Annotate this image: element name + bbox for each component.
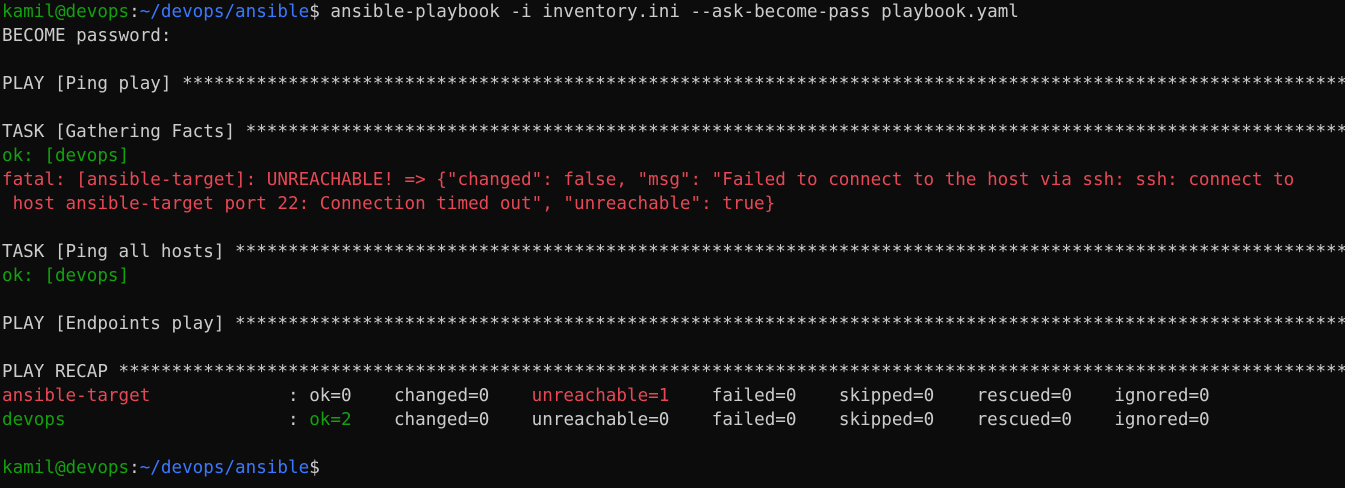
recap-gap — [352, 386, 394, 406]
recap-skipped: skipped=0 — [838, 410, 935, 430]
recap-gap — [797, 410, 839, 430]
play-header-ping: PLAY [Ping play] ***********************… — [2, 72, 1345, 96]
command-text: ansible-playbook -i inventory.ini --ask-… — [319, 2, 1019, 22]
prompt-symbol: $ — [309, 2, 320, 22]
recap-failed: failed=0 — [711, 410, 797, 430]
recap-host: devops — [2, 410, 66, 430]
become-password-prompt: BECOME password: — [2, 26, 172, 46]
prompt-user-host: kamil@devops — [2, 458, 130, 478]
prompt-separator: : — [129, 2, 140, 22]
recap-colon: : — [288, 386, 310, 406]
task-result-fatal-continued: host ansible-target port 22: Connection … — [2, 194, 776, 214]
recap-changed: changed=0 — [393, 386, 490, 406]
recap-gap — [1072, 386, 1114, 406]
play-header-endpoints: PLAY [Endpoints play] ******************… — [2, 312, 1345, 336]
recap-gap — [796, 386, 838, 406]
recap-skipped: skipped=0 — [838, 386, 935, 406]
separator-stars: ****************************************… — [245, 122, 1345, 142]
play-title: PLAY [Ping play] — [2, 74, 183, 94]
task-header-ping-all-hosts: TASK [Ping all hosts] ******************… — [2, 240, 1345, 264]
play-recap-header: PLAY RECAP *****************************… — [2, 360, 1345, 384]
recap-colon: : — [288, 410, 310, 430]
recap-gap — [669, 410, 711, 430]
recap-title: PLAY RECAP — [2, 362, 119, 382]
recap-padding — [66, 410, 288, 430]
recap-gap — [489, 410, 531, 430]
prompt-separator: : — [129, 458, 140, 478]
recap-row-ansible-target: ansible-target : ok=0 changed=0 unreacha… — [2, 384, 1345, 408]
recap-gap — [669, 386, 711, 406]
recap-gap — [352, 410, 394, 430]
recap-rescued: rescued=0 — [976, 386, 1072, 406]
text-cursor — [320, 457, 330, 476]
prompt-path: ~/devops/ansible — [139, 458, 310, 478]
final-prompt-line[interactable]: kamil@devops:~/devops/ansible$ — [2, 456, 1345, 480]
prompt-symbol: $ — [309, 458, 320, 478]
recap-rescued: rescued=0 — [976, 410, 1072, 430]
task-result-ok: ok: [devops] — [2, 266, 130, 286]
recap-gap — [1072, 410, 1114, 430]
recap-unreachable: unreachable=0 — [531, 410, 670, 430]
separator-stars: ****************************************… — [118, 362, 1345, 382]
separator-stars: ****************************************… — [182, 74, 1345, 94]
recap-gap — [934, 386, 976, 406]
recap-gap — [489, 386, 531, 406]
recap-row-devops: devops : ok=2 changed=0 unreachable=0 fa… — [2, 408, 1345, 432]
recap-ok: ok=0 — [309, 386, 352, 406]
command-line: kamil@devops:~/devops/ansible$ ansible-p… — [2, 0, 1345, 24]
prompt-path: ~/devops/ansible — [139, 2, 310, 22]
separator-stars: ****************************************… — [235, 242, 1345, 262]
task-result-fatal: fatal: [ansible-target]: UNREACHABLE! =>… — [2, 170, 1295, 190]
recap-changed: changed=0 — [393, 410, 490, 430]
prompt-user-host: kamil@devops — [2, 2, 130, 22]
terminal-window[interactable]: kamil@devops:~/devops/ansible$ ansible-p… — [0, 0, 1345, 488]
play-title: PLAY [Endpoints play] — [2, 314, 236, 334]
recap-ignored: ignored=0 — [1114, 410, 1210, 430]
recap-ignored: ignored=0 — [1114, 386, 1210, 406]
recap-ok: ok=2 — [309, 410, 352, 430]
recap-failed: failed=0 — [711, 386, 797, 406]
recap-gap — [934, 410, 976, 430]
recap-host: ansible-target — [2, 386, 151, 406]
task-title: TASK [Ping all hosts] — [2, 242, 236, 262]
task-title: TASK [Gathering Facts] — [2, 122, 246, 142]
recap-unreachable: unreachable=1 — [531, 386, 670, 406]
recap-padding — [150, 386, 288, 406]
task-header-gathering-facts: TASK [Gathering Facts] *****************… — [2, 120, 1345, 144]
task-result-ok: ok: [devops] — [2, 146, 130, 166]
separator-stars: ****************************************… — [235, 314, 1345, 334]
